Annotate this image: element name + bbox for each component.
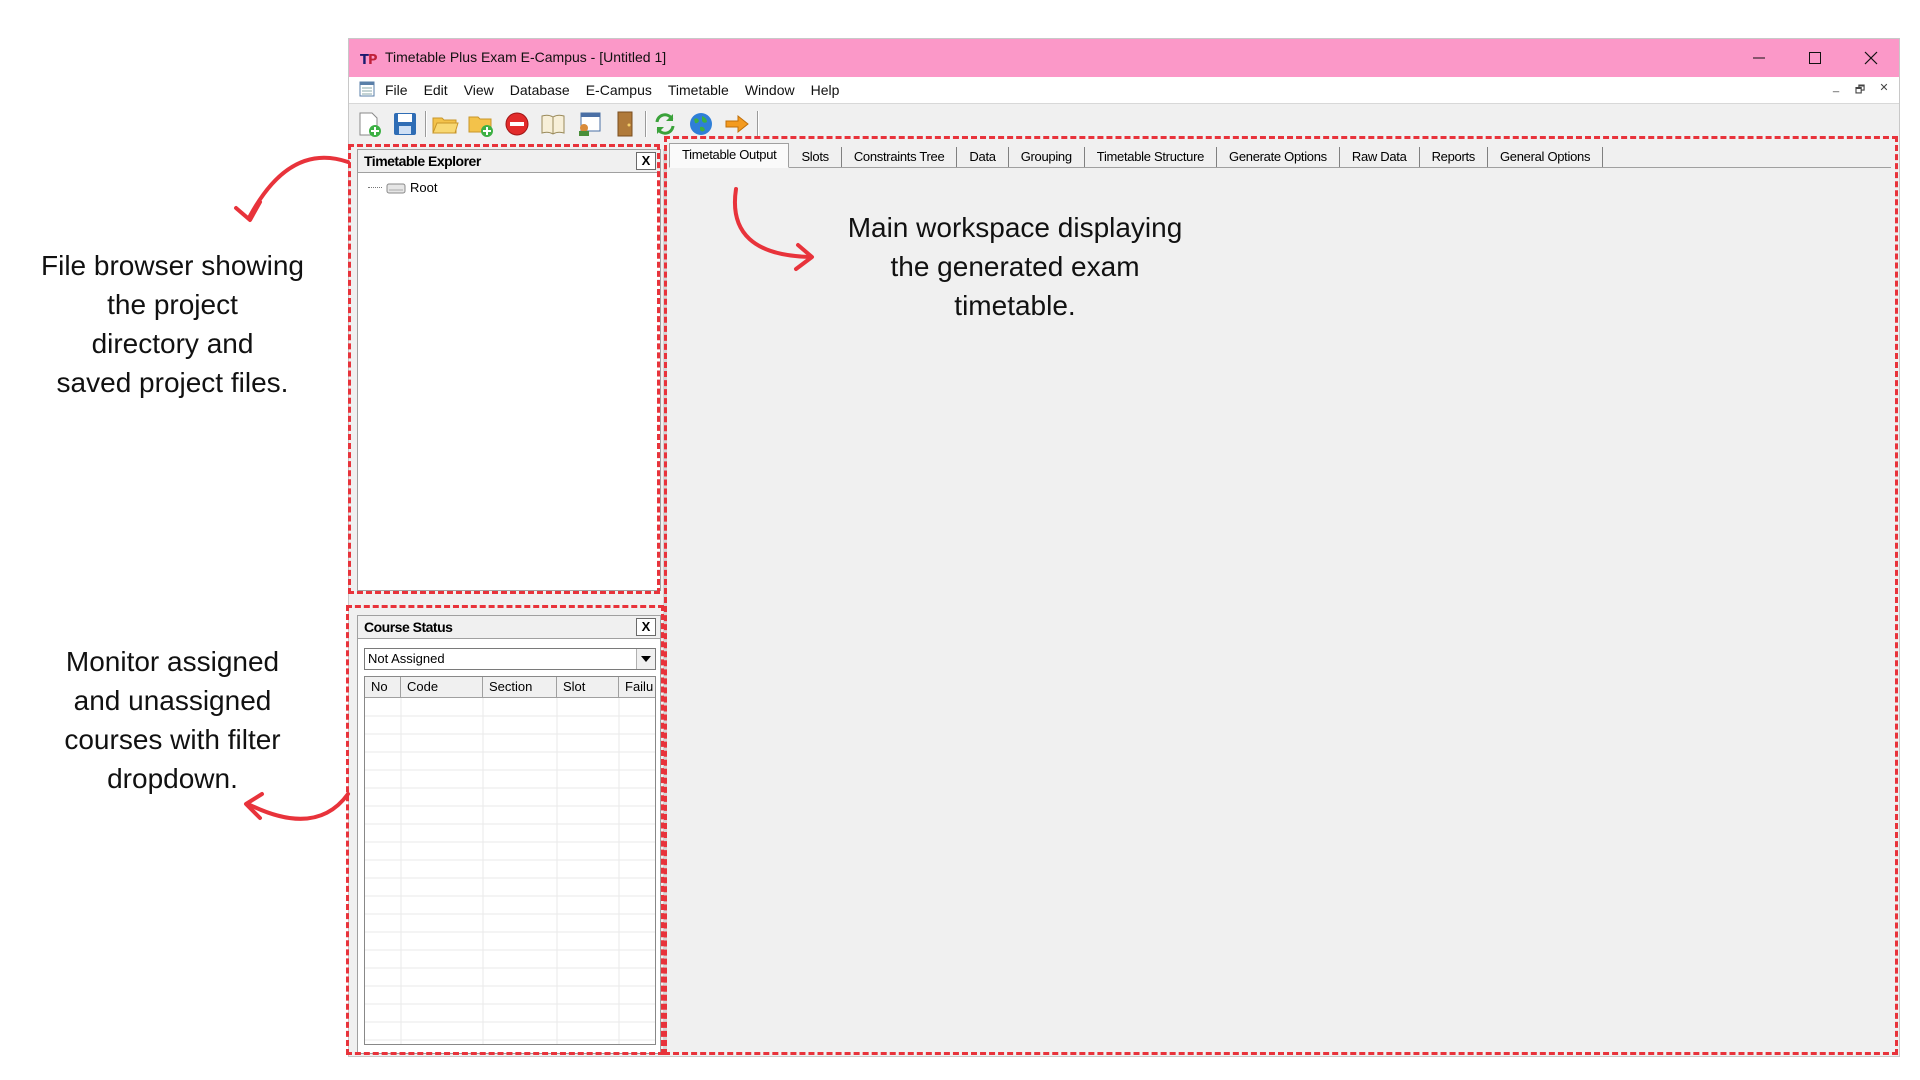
add-folder-button[interactable] <box>465 109 497 139</box>
new-button[interactable] <box>353 109 385 139</box>
globe-icon <box>690 113 712 135</box>
door-icon <box>617 111 633 137</box>
calendar-user-button[interactable] <box>573 109 605 139</box>
close-icon <box>1864 51 1878 65</box>
svg-text:P: P <box>368 53 378 67</box>
mdi-minimize-icon[interactable]: _ <box>1829 81 1843 100</box>
explorer-arrow <box>234 155 350 222</box>
maximize-button[interactable] <box>1787 39 1843 77</box>
course-status-arrow <box>244 792 350 821</box>
mdi-close-icon[interactable]: ✕ <box>1877 81 1891 100</box>
stop-button[interactable] <box>501 109 533 139</box>
refresh-icon <box>655 113 675 135</box>
menu-edit[interactable]: Edit <box>424 82 448 98</box>
course-status-annotation: Monitor assigned and unassigned courses … <box>64 646 281 794</box>
title-bar: T P Timetable Plus Exam E-Campus - [Unti… <box>349 39 1899 77</box>
save-icon <box>394 113 416 135</box>
explorer-highlight-box <box>348 144 660 594</box>
menu-e-campus[interactable]: E-Campus <box>586 82 652 98</box>
menu-help[interactable]: Help <box>811 82 840 98</box>
stop-icon <box>505 112 529 136</box>
door-button[interactable] <box>609 109 641 139</box>
new-icon <box>359 112 381 137</box>
open-button[interactable] <box>429 109 461 139</box>
maximize-icon <box>1809 52 1821 64</box>
minimize-icon <box>1753 57 1765 59</box>
forward-arrow-icon <box>725 114 749 134</box>
window-title: Timetable Plus Exam E-Campus - [Untitled… <box>385 49 667 65</box>
mdi-restore-icon[interactable]: 🗗 <box>1853 81 1867 100</box>
save-button[interactable] <box>389 109 421 139</box>
book-icon <box>541 114 565 135</box>
forward-button[interactable] <box>721 109 753 139</box>
workspace-annotation: Main workspace displaying the generated … <box>847 212 1183 321</box>
menu-database[interactable]: Database <box>510 82 570 98</box>
add-folder-icon <box>468 116 493 137</box>
menu-file[interactable]: File <box>385 82 408 98</box>
app-logo-icon: T P <box>360 53 378 67</box>
close-button[interactable] <box>1843 39 1899 77</box>
workspace-arrow <box>732 187 814 271</box>
calendar-user-icon <box>579 112 601 136</box>
course-status-highlight-box <box>346 605 664 1055</box>
document-menu-icon[interactable] <box>359 81 375 97</box>
menu-window[interactable]: Window <box>745 82 795 98</box>
minimize-button[interactable] <box>1731 39 1787 77</box>
refresh-button[interactable] <box>649 109 681 139</box>
menu-bar: File Edit View Database E-Campus Timetab… <box>349 77 1899 104</box>
book-button[interactable] <box>537 109 569 139</box>
menu-view[interactable]: View <box>464 82 494 98</box>
explorer-annotation: File browser showing the project directo… <box>41 250 304 398</box>
open-folder-icon <box>432 117 459 134</box>
menu-timetable[interactable]: Timetable <box>668 82 729 98</box>
globe-button[interactable] <box>685 109 717 139</box>
